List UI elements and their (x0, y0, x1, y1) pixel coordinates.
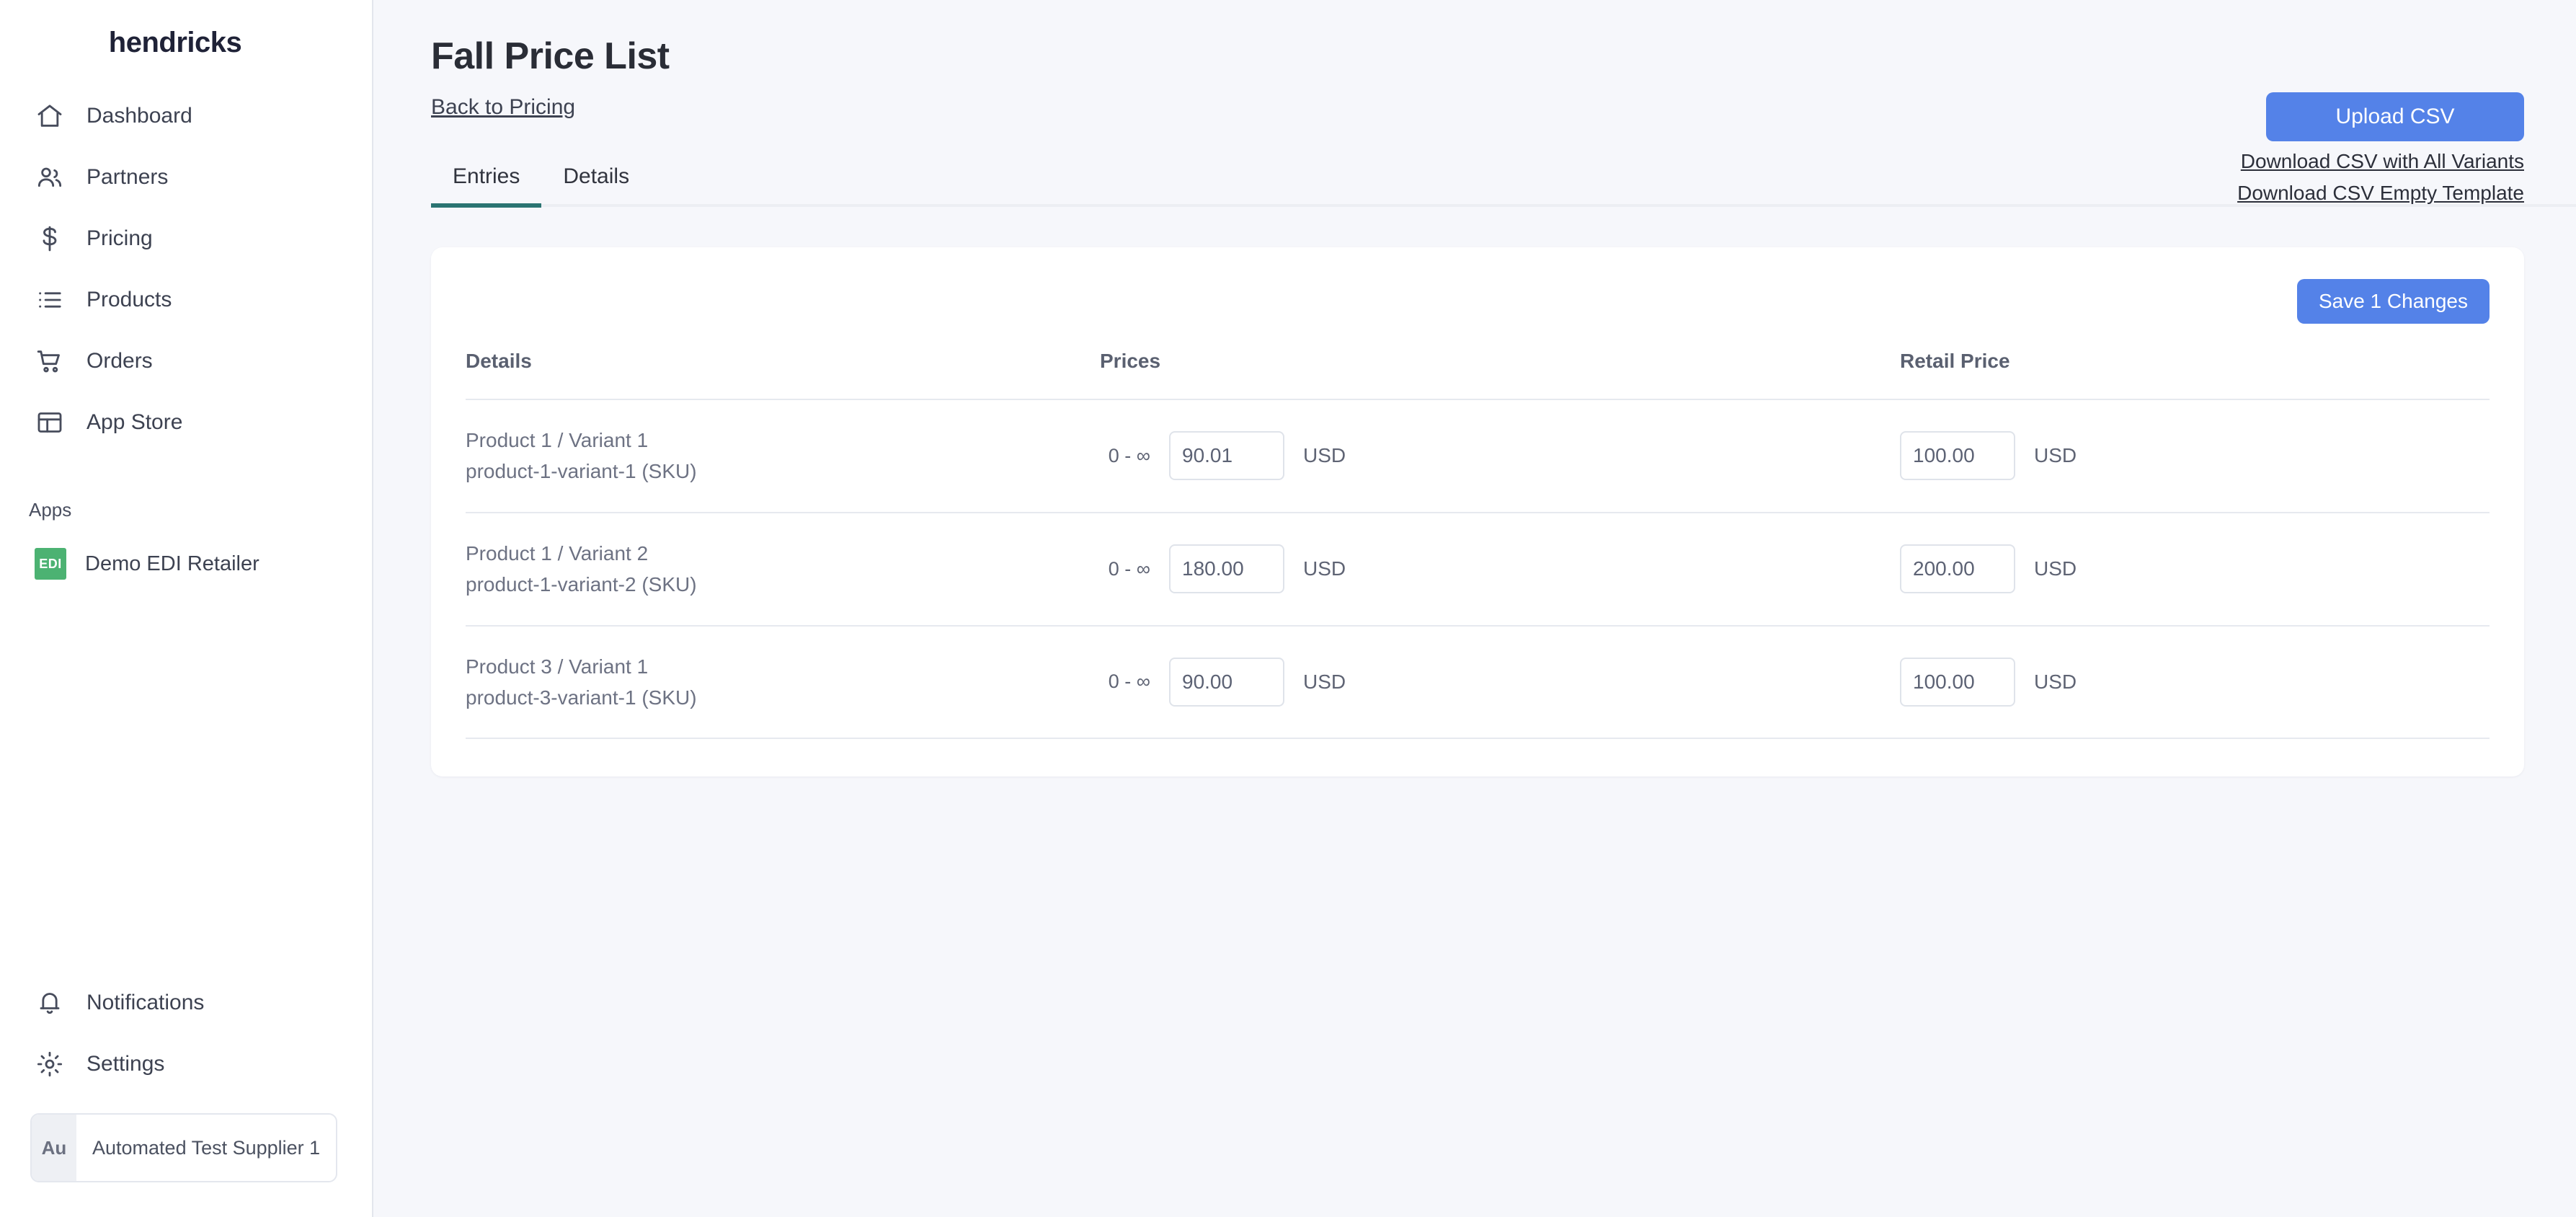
price-row: 0 - ∞ USD (1100, 657, 1900, 707)
retail-price-input[interactable] (1900, 431, 2015, 481)
retail-price-row: USD (1900, 431, 2490, 481)
product-variant-name: Product 1 / Variant 2 (466, 541, 649, 565)
entries-table: Details Prices Retail Price Product 1 / … (466, 350, 2490, 740)
sidebar-item-dashboard[interactable]: Dashboard (0, 85, 372, 146)
sidebar-item-products[interactable]: Products (0, 269, 372, 330)
product-sku: product-1-variant-2 (SKU) (466, 573, 697, 596)
price-currency-label: USD (1303, 557, 1346, 580)
brand-name: hendricks (108, 26, 242, 58)
sidebar-item-settings[interactable]: Settings (0, 1033, 372, 1094)
retail-currency-label: USD (2034, 557, 2077, 580)
price-currency-label: USD (1303, 444, 1346, 467)
sidebar-item-pricing[interactable]: Pricing (0, 208, 372, 269)
price-row: 0 - ∞ USD (1100, 544, 1900, 594)
sidebar-item-notifications[interactable]: Notifications (0, 972, 372, 1033)
layout-icon (35, 407, 65, 438)
retail-currency-label: USD (2034, 670, 2077, 693)
retail-price-row: USD (1900, 657, 2490, 707)
cell-retail-price: USD (1900, 512, 2490, 627)
dollar-icon (35, 224, 65, 254)
users-icon (35, 162, 65, 192)
main-content: Fall Price List Back to Pricing Upload C… (373, 0, 2576, 1217)
table-row: Product 1 / Variant 1 product-1-variant-… (466, 399, 2490, 513)
quantity-range-label: 0 - ∞ (1108, 444, 1150, 466)
price-input[interactable] (1169, 657, 1284, 707)
column-header-retail-price: Retail Price (1900, 350, 2490, 400)
table-row: Product 3 / Variant 1 product-3-variant-… (466, 625, 2490, 740)
sidebar-app-demo-edi-retailer[interactable]: EDI Demo EDI Retailer (0, 537, 372, 590)
user-name: Automated Test Supplier 1 (92, 1136, 321, 1159)
download-csv-all-variants-link[interactable]: Download CSV with All Variants (2241, 150, 2524, 173)
column-header-prices: Prices (1100, 350, 1900, 400)
cell-details: Product 1 / Variant 2 product-1-variant-… (466, 512, 1100, 627)
retail-price-row: USD (1900, 544, 2490, 594)
tab-entries[interactable]: Entries (431, 164, 542, 208)
sidebar-item-orders[interactable]: Orders (0, 330, 372, 391)
entries-card: Save 1 Changes Details Prices Retail Pri… (431, 247, 2524, 777)
sidebar-item-label: Orders (86, 348, 153, 373)
sidebar-app-label: Demo EDI Retailer (85, 552, 259, 575)
sidebar-item-label: Dashboard (86, 103, 192, 128)
retail-price-input[interactable] (1900, 657, 2015, 707)
app-root: hendricks Dashboard Partners Pricing Pro… (0, 0, 2576, 1217)
sidebar-bottom: Notifications Settings Au Automated Test… (0, 972, 372, 1217)
save-changes-button[interactable]: Save 1 Changes (2296, 279, 2490, 324)
apps-section-label: Apps (29, 499, 72, 521)
price-row: 0 - ∞ USD (1100, 431, 1900, 481)
card-actions: Save 1 Changes (466, 279, 2490, 324)
page-title: Fall Price List (431, 35, 670, 77)
bell-icon (35, 988, 65, 1018)
quantity-range-label: 0 - ∞ (1108, 671, 1150, 693)
sidebar-item-partners[interactable]: Partners (0, 146, 372, 208)
table-head: Details Prices Retail Price (466, 350, 2490, 400)
gear-icon (35, 1049, 65, 1079)
cell-details: Product 3 / Variant 1 product-3-variant-… (466, 625, 1100, 740)
sidebar: hendricks Dashboard Partners Pricing Pro… (0, 0, 373, 1217)
table-header-row: Details Prices Retail Price (466, 350, 2490, 400)
primary-nav: Dashboard Partners Pricing Products Orde… (0, 85, 372, 453)
cell-prices: 0 - ∞ USD (1100, 399, 1900, 513)
download-csv-empty-template-link[interactable]: Download CSV Empty Template (2237, 182, 2524, 205)
avatar: Au (32, 1115, 76, 1181)
price-input[interactable] (1169, 544, 1284, 594)
sidebar-item-label: App Store (86, 410, 183, 434)
product-variant-name: Product 3 / Variant 1 (466, 655, 649, 678)
sidebar-item-label: Products (86, 287, 172, 311)
table-body: Product 1 / Variant 1 product-1-variant-… (466, 399, 2490, 740)
upload-csv-button[interactable]: Upload CSV (2266, 92, 2524, 141)
header-actions: Upload CSV Download CSV with All Variant… (2237, 92, 2524, 205)
sidebar-item-label: Notifications (86, 990, 205, 1014)
price-input[interactable] (1169, 431, 1284, 481)
retail-price-input[interactable] (1900, 544, 2015, 594)
product-variant-name: Product 1 / Variant 1 (466, 429, 649, 451)
sidebar-item-label: Partners (86, 164, 169, 189)
product-sku: product-3-variant-1 (SKU) (466, 686, 697, 709)
retail-currency-label: USD (2034, 444, 2077, 467)
cell-prices: 0 - ∞ USD (1100, 625, 1900, 740)
list-icon (35, 285, 65, 315)
product-sku: product-1-variant-1 (SKU) (466, 460, 697, 483)
cell-details: Product 1 / Variant 1 product-1-variant-… (466, 399, 1100, 513)
price-currency-label: USD (1303, 670, 1346, 693)
cell-prices: 0 - ∞ USD (1100, 512, 1900, 627)
user-account-card[interactable]: Au Automated Test Supplier 1 (30, 1113, 337, 1182)
sidebar-item-label: Pricing (86, 226, 153, 250)
sidebar-item-label: Settings (86, 1051, 165, 1076)
sidebar-item-app-store[interactable]: App Store (0, 391, 372, 453)
cell-retail-price: USD (1900, 625, 2490, 740)
tab-details[interactable]: Details (541, 164, 651, 208)
cell-retail-price: USD (1900, 399, 2490, 513)
cart-icon (35, 346, 65, 376)
quantity-range-label: 0 - ∞ (1108, 557, 1150, 580)
table-row: Product 1 / Variant 2 product-1-variant-… (466, 512, 2490, 627)
brand-logo[interactable]: hendricks (0, 0, 372, 85)
back-to-pricing-link[interactable]: Back to Pricing (431, 95, 575, 120)
edi-badge-icon: EDI (35, 548, 66, 580)
home-icon (35, 101, 65, 131)
page-header: Fall Price List Back to Pricing Upload C… (373, 0, 2576, 204)
column-header-details: Details (466, 350, 1100, 400)
